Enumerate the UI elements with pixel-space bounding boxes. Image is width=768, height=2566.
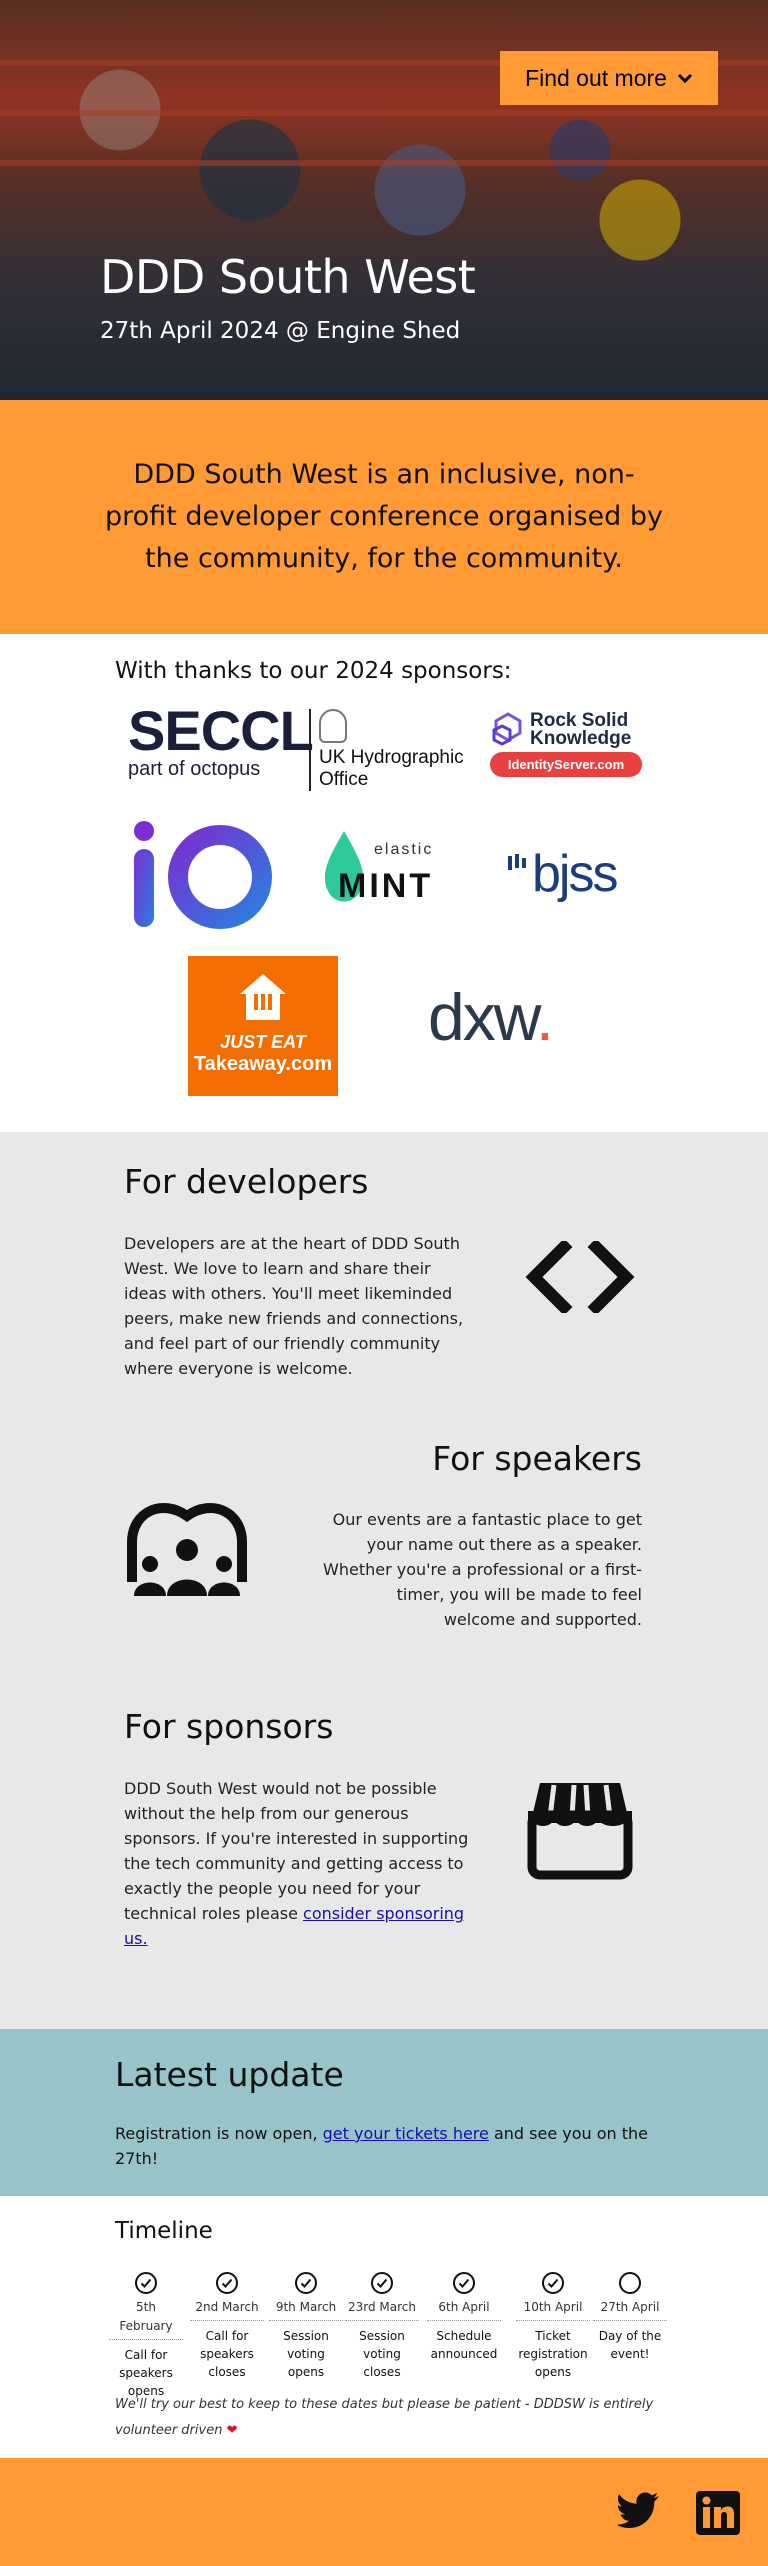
seccl-logo-name: SECCL bbox=[128, 699, 314, 762]
timeline-item: 23rd March Session voting closes bbox=[345, 2272, 419, 2381]
sponsors-block-title: For sponsors bbox=[124, 1707, 334, 1746]
find-out-more-label: Find out more bbox=[525, 64, 667, 91]
timeline-date: 23rd March bbox=[345, 2298, 419, 2321]
hero-subtitle: 27th April 2024 @ Engine Shed bbox=[100, 318, 461, 344]
bjss-logo[interactable]: bjss bbox=[508, 844, 618, 904]
latest-text-before: Registration is now open, bbox=[115, 2124, 323, 2143]
just-eat-logo[interactable]: JUST EAT Takeaway.com bbox=[188, 956, 338, 1096]
check-circle-icon bbox=[135, 2272, 157, 2294]
speakers-text: Our events are a fantastic place to get … bbox=[323, 1510, 642, 1629]
audience-section: For developers Developers are at the hea… bbox=[0, 1132, 768, 2029]
justeat-line2: Takeaway.com bbox=[193, 1053, 333, 1075]
rsk-pill: IdentityServer.com bbox=[490, 752, 642, 777]
timeline-date: 9th March bbox=[269, 2298, 343, 2321]
hero-photo-detail bbox=[0, 160, 768, 166]
timeline-label: Ticket registration opens bbox=[518, 2329, 588, 2379]
timeline-title: Timeline bbox=[115, 2218, 213, 2244]
latest-update-section: Latest update Registration is now open, … bbox=[0, 2029, 768, 2196]
check-circle-icon bbox=[216, 2272, 238, 2294]
seccl-logo[interactable]: SECCL part of octopus bbox=[128, 699, 314, 781]
bars-icon bbox=[508, 854, 526, 870]
hero-banner: Find out more DDD South West 27th April … bbox=[0, 0, 768, 400]
house-icon bbox=[240, 974, 286, 1020]
developers-title: For developers bbox=[124, 1162, 369, 1201]
code-icon bbox=[525, 1241, 635, 1313]
timeline-note-text: We'll try our best to keep to these date… bbox=[115, 2397, 654, 2438]
hero-title: DDD South West bbox=[100, 250, 476, 304]
empty-circle-icon bbox=[619, 2272, 641, 2294]
sponsors-section: With thanks to our 2024 sponsors: SECCL … bbox=[0, 634, 768, 1132]
timeline-item: 9th March Session voting opens bbox=[269, 2272, 343, 2381]
linkedin-icon[interactable] bbox=[696, 2491, 740, 2535]
mint-top: elastic bbox=[374, 841, 434, 858]
ukho-line1: UK Hydrographic bbox=[319, 747, 464, 768]
get-tickets-link[interactable]: get your tickets here bbox=[323, 2124, 489, 2143]
mint-name: MINT bbox=[338, 867, 434, 905]
intro-section: DDD South West is an inclusive, non-prof… bbox=[0, 400, 768, 634]
dxw-name: dxw bbox=[428, 980, 538, 1054]
audience-icon bbox=[127, 1503, 247, 1596]
ukho-logo[interactable]: UK Hydrographic Office bbox=[309, 709, 464, 791]
justeat-line1: JUST EAT bbox=[220, 1032, 306, 1052]
timeline-item: 2nd March Call for speakers closes bbox=[190, 2272, 264, 2381]
chevron-down-icon bbox=[677, 73, 693, 84]
developers-text: Developers are at the heart of DDD South… bbox=[124, 1234, 464, 1378]
intro-text: DDD South West is an inclusive, non-prof… bbox=[105, 459, 663, 574]
speakers-title: For speakers bbox=[432, 1439, 642, 1478]
heart-icon: ❤ bbox=[226, 2423, 238, 2438]
check-circle-icon bbox=[295, 2272, 317, 2294]
crest-icon bbox=[319, 709, 347, 743]
sponsors-block-text: DDD South West would not be possible wit… bbox=[124, 1776, 472, 1951]
timeline-date: 10th April bbox=[516, 2298, 590, 2321]
timeline-section: Timeline 5th February Call for speakers o… bbox=[0, 2196, 768, 2458]
timeline-date: 6th April bbox=[427, 2298, 501, 2321]
timeline-label: Call for speakers closes bbox=[200, 2329, 254, 2379]
hexagon-icon bbox=[492, 712, 522, 746]
latest-update-text: Registration is now open, get your ticke… bbox=[115, 2121, 655, 2171]
timeline-date: 2nd March bbox=[190, 2298, 264, 2321]
timeline-label: Schedule announced bbox=[430, 2329, 498, 2361]
timeline-note: We'll try our best to keep to these date… bbox=[115, 2392, 675, 2444]
timeline-item: 5th February Call for speakers opens bbox=[109, 2272, 183, 2400]
timeline-item: 10th April Ticket registration opens bbox=[516, 2272, 590, 2381]
sponsors-block-text-body: DDD South West would not be possible wit… bbox=[124, 1779, 469, 1923]
bjss-name: bjss bbox=[532, 845, 618, 903]
timeline-label: Session voting opens bbox=[283, 2329, 329, 2379]
rock-solid-knowledge-logo[interactable]: Rock Solid Knowledge IdentityServer.com bbox=[490, 711, 642, 777]
timeline-item: 27th April Day of the event! bbox=[593, 2272, 667, 2363]
footer bbox=[0, 2458, 768, 2566]
rsk-line2: Knowledge bbox=[530, 728, 632, 749]
check-circle-icon bbox=[371, 2272, 393, 2294]
check-circle-icon bbox=[453, 2272, 475, 2294]
sponsors-heading: With thanks to our 2024 sponsors: bbox=[115, 658, 512, 684]
elastic-mint-logo[interactable]: elastic MINT bbox=[318, 829, 448, 914]
io-logo[interactable] bbox=[130, 819, 274, 929]
find-out-more-button[interactable]: Find out more bbox=[500, 51, 718, 105]
timeline-date: 5th February bbox=[109, 2298, 183, 2340]
twitter-icon[interactable] bbox=[618, 2491, 662, 2535]
timeline-date: 27th April bbox=[593, 2298, 667, 2321]
store-icon bbox=[527, 1783, 633, 1880]
timeline-item: 6th April Schedule announced bbox=[427, 2272, 501, 2363]
dxw-dot: . bbox=[535, 980, 554, 1054]
dxw-logo[interactable]: dxw. bbox=[428, 979, 554, 1055]
timeline-label: Session voting closes bbox=[359, 2329, 405, 2379]
check-circle-icon bbox=[542, 2272, 564, 2294]
latest-update-title: Latest update bbox=[115, 2055, 344, 2094]
timeline-label: Day of the event! bbox=[598, 2329, 662, 2361]
hero-photo-detail bbox=[0, 110, 768, 116]
ukho-line2: Office bbox=[319, 769, 369, 790]
